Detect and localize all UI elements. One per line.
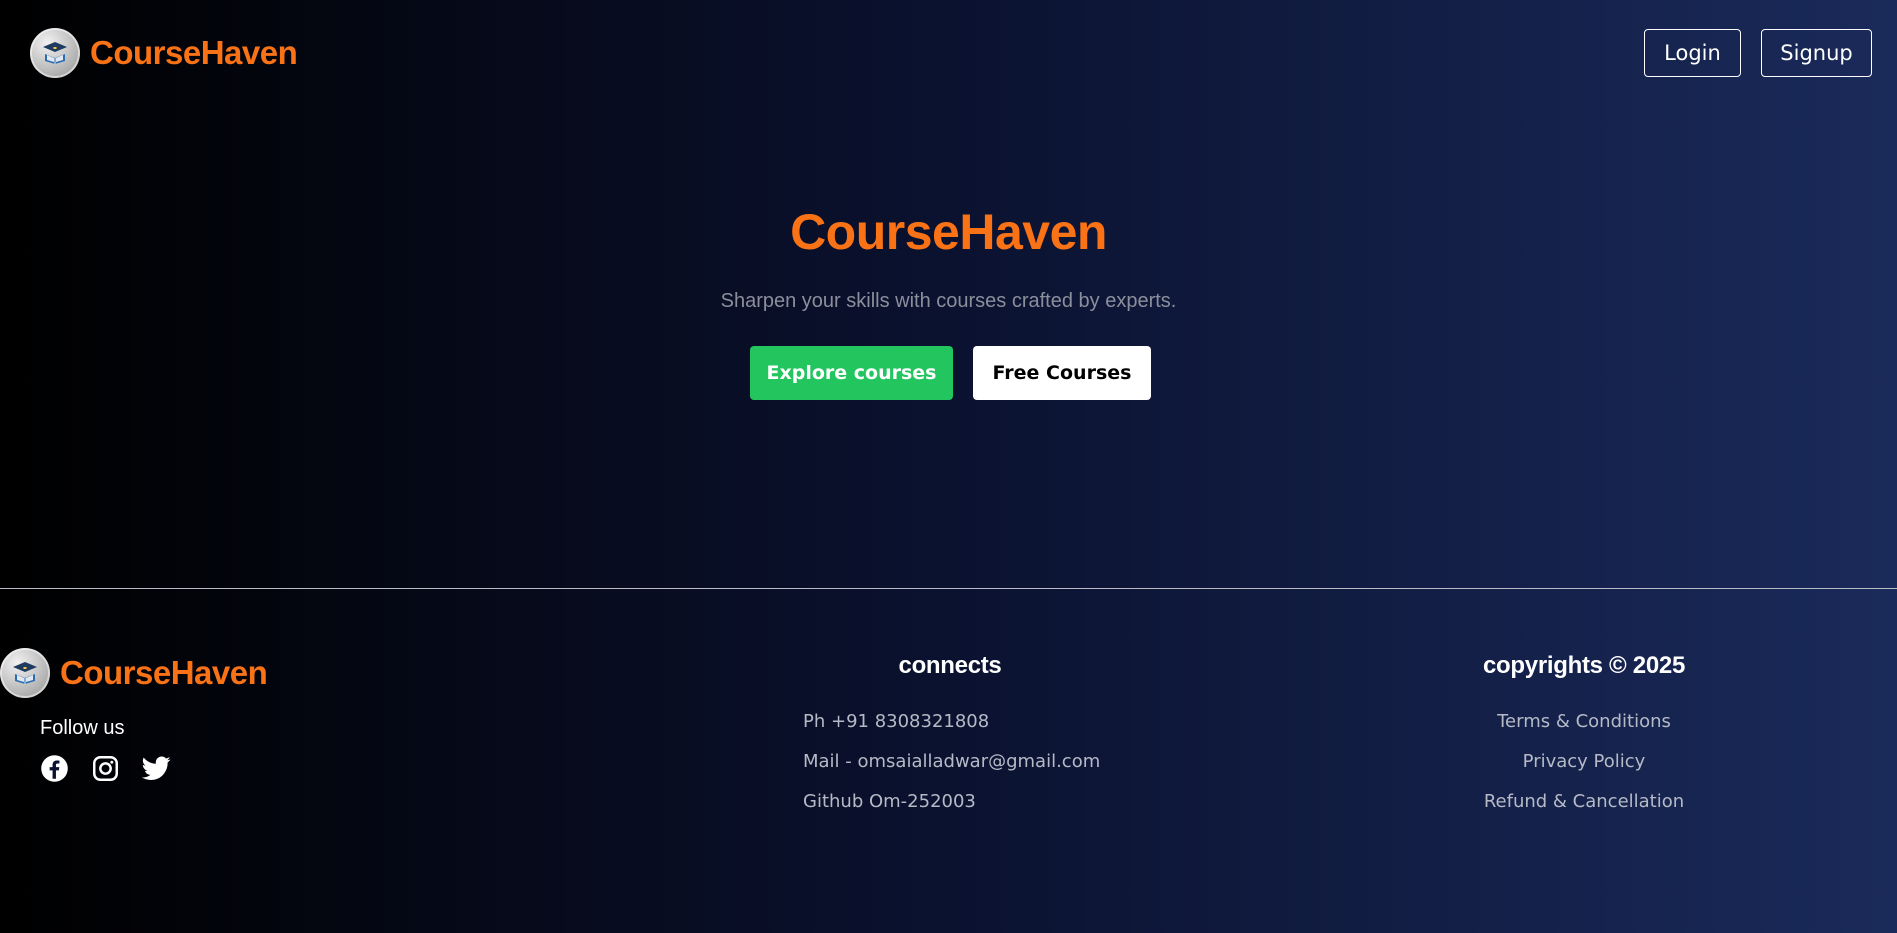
phone-text: Ph +91 8308321808 xyxy=(803,711,990,732)
footer-divider xyxy=(0,588,1897,589)
logo-icon xyxy=(30,28,80,78)
connects-heading: connects xyxy=(898,652,1002,679)
site-header: CourseHaven Login Signup xyxy=(0,0,1897,108)
copyright-heading: copyrights © 2025 xyxy=(1483,652,1685,679)
hero-title: CourseHaven xyxy=(790,204,1107,260)
terms-link[interactable]: Terms & Conditions xyxy=(1434,702,1734,742)
github-text: Github Om-252003 xyxy=(803,791,976,812)
refund-cancellation-link[interactable]: Refund & Cancellation xyxy=(1434,782,1734,822)
hero-subtitle: Sharpen your skills with courses crafted… xyxy=(720,290,1177,312)
connects-column: connects Ph +91 8308321808 Mail - omsaia… xyxy=(800,652,1100,822)
instagram-icon[interactable] xyxy=(91,754,120,783)
follow-us-label: Follow us xyxy=(40,717,125,739)
mail-text: Mail - omsaialladwar@gmail.com xyxy=(803,751,1101,772)
footer-brand-name: CourseHaven xyxy=(60,654,268,691)
signup-button[interactable]: Signup xyxy=(1761,29,1872,77)
social-links xyxy=(40,754,171,783)
logo-icon xyxy=(0,648,50,698)
privacy-policy-link[interactable]: Privacy Policy xyxy=(1434,742,1734,782)
legal-list: Terms & Conditions Privacy Policy Refund… xyxy=(1434,702,1734,822)
facebook-icon[interactable] xyxy=(40,754,69,783)
explore-courses-button[interactable]: Explore courses xyxy=(750,346,953,400)
connects-list: Ph +91 8308321808 Mail - omsaialladwar@g… xyxy=(800,702,1100,822)
header-brand[interactable]: CourseHaven xyxy=(30,28,298,78)
brand-name: CourseHaven xyxy=(90,34,298,71)
legal-column: copyrights © 2025 Terms & Conditions Pri… xyxy=(1434,652,1734,822)
free-courses-button[interactable]: Free Courses xyxy=(973,346,1151,400)
footer-brand[interactable]: CourseHaven xyxy=(0,648,268,698)
login-button[interactable]: Login xyxy=(1644,29,1741,77)
twitter-icon[interactable] xyxy=(142,754,171,783)
